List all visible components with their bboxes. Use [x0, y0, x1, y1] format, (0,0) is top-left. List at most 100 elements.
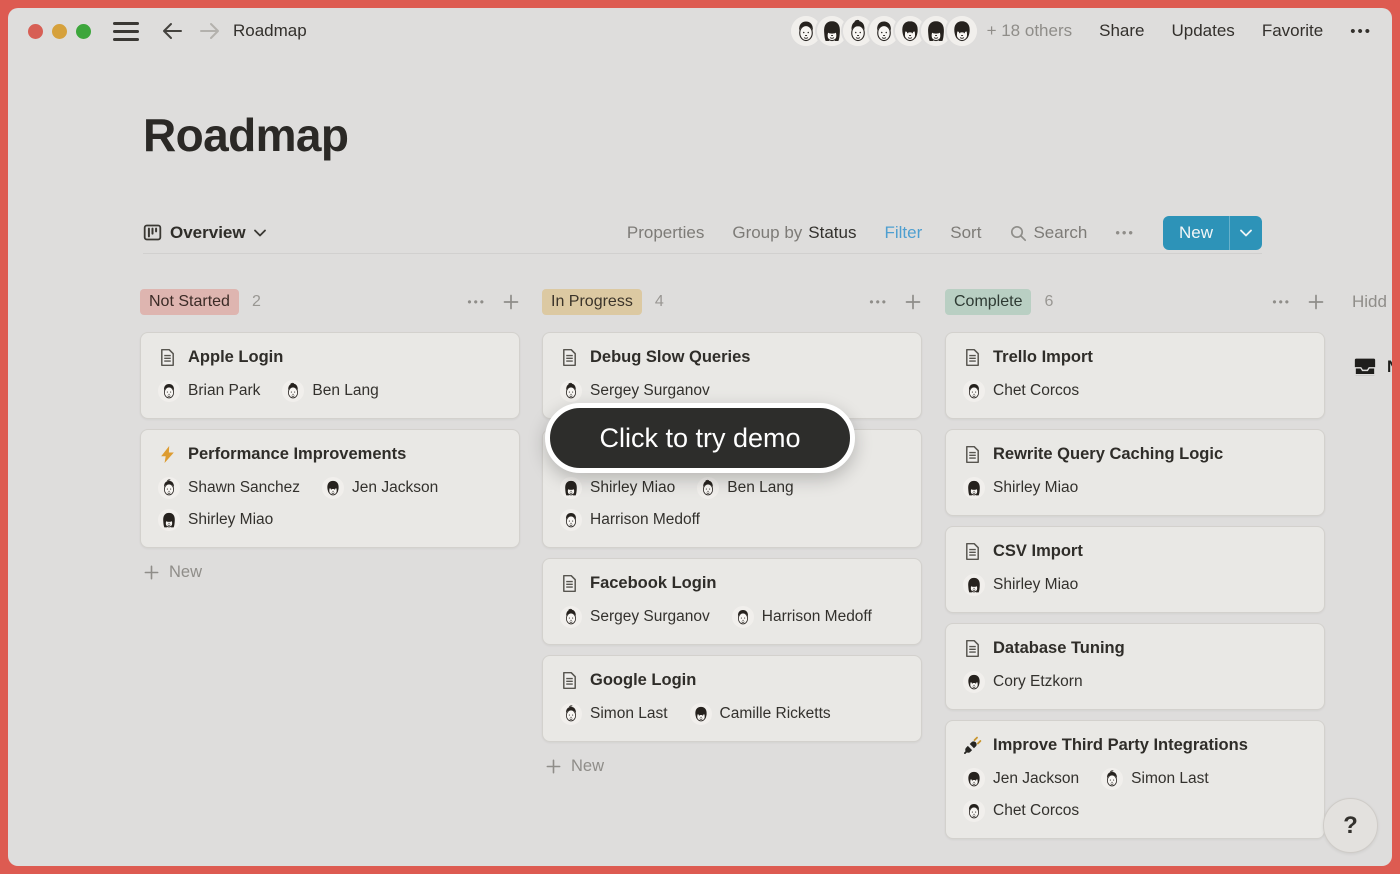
column-add-icon[interactable] — [904, 293, 922, 311]
properties-button[interactable]: Properties — [627, 223, 704, 243]
document-icon — [963, 639, 982, 658]
back-arrow-icon[interactable] — [161, 21, 183, 41]
bolt-icon — [158, 445, 177, 464]
assignee: Sergey Surganov — [560, 380, 710, 402]
card-title: Apple Login — [188, 348, 283, 367]
assignee-name: Harrison Medoff — [590, 511, 700, 529]
share-button[interactable]: Share — [1099, 21, 1144, 41]
assignee: Shirley Miao — [560, 477, 675, 499]
assignee: Camille Ricketts — [690, 703, 831, 725]
avatar[interactable] — [947, 16, 977, 46]
group-by-prefix-label: Group by — [732, 223, 802, 243]
plus-icon — [143, 564, 160, 581]
status-badge[interactable]: In Progress — [542, 289, 642, 314]
add-card-button[interactable]: New — [140, 563, 520, 582]
assignee-name: Shawn Sanchez — [188, 479, 300, 497]
view-selector[interactable]: Overview — [143, 223, 266, 243]
assignee-name: Sergey Surganov — [590, 608, 710, 626]
column-ellipsis-icon[interactable]: ••• — [467, 295, 486, 309]
zoom-window-button[interactable] — [76, 24, 91, 39]
card-rewrite-query-caching-logic[interactable]: Rewrite Query Caching Logic Shirley Miao — [945, 429, 1325, 516]
avatar — [560, 606, 582, 628]
others-count-label[interactable]: + 18 others — [987, 21, 1073, 41]
document-icon — [158, 348, 177, 367]
ellipsis-icon[interactable]: ••• — [1115, 225, 1135, 240]
filter-button[interactable]: Filter — [884, 223, 922, 243]
close-window-button[interactable] — [28, 24, 43, 39]
avatar — [560, 477, 582, 499]
card-title: Rewrite Query Caching Logic — [993, 445, 1223, 464]
forward-arrow-icon[interactable] — [199, 21, 221, 41]
sidebar-menu-icon[interactable] — [113, 22, 139, 41]
card-apple-login[interactable]: Apple Login Brian Park Ben Lang — [140, 332, 520, 419]
assignee: Chet Corcos — [963, 380, 1079, 402]
collaborator-avatars — [791, 16, 977, 46]
assignee: Brian Park — [158, 380, 260, 402]
card-csv-import[interactable]: CSV ImportShirley Miao — [945, 526, 1325, 613]
card-title: Google Login — [590, 671, 696, 690]
minimize-window-button[interactable] — [52, 24, 67, 39]
document-icon — [963, 542, 982, 561]
assignee: Shirley Miao — [158, 509, 273, 531]
assignee-name: Sergey Surganov — [590, 382, 710, 400]
ellipsis-icon[interactable]: ••• — [1350, 23, 1372, 40]
assignee: Jen Jackson — [322, 477, 438, 499]
status-badge[interactable]: Complete — [945, 289, 1031, 314]
avatar — [963, 671, 985, 693]
assignee: Harrison Medoff — [560, 509, 700, 531]
group-by-value-label: Status — [808, 223, 856, 243]
card-improve-third-party-integrations[interactable]: Improve Third Party IntegrationsJen Jack… — [945, 720, 1325, 839]
traffic-lights — [28, 24, 91, 39]
document-icon — [560, 574, 579, 593]
document-icon — [560, 671, 579, 690]
card-title: Performance Improvements — [188, 445, 406, 464]
card-facebook-login[interactable]: Facebook LoginSergey SurganovHarrison Me… — [542, 558, 922, 645]
search-button[interactable]: Search — [1009, 223, 1087, 243]
avatar — [963, 800, 985, 822]
add-card-button[interactable]: New — [542, 757, 922, 776]
title-bar: Roadmap + 18 others Share Updates Favori… — [8, 8, 1392, 54]
chevron-down-icon — [254, 229, 266, 237]
assignee-name: Shirley Miao — [188, 511, 273, 529]
new-button[interactable]: New — [1163, 216, 1229, 250]
card-database-tuning[interactable]: Database TuningCory Etzkorn — [945, 623, 1325, 710]
assignee-name: Brian Park — [188, 382, 260, 400]
column-add-icon[interactable] — [502, 293, 520, 311]
card-performance-improvements[interactable]: Performance Improvements Shawn Sanchez Jen… — [140, 429, 520, 548]
avatar — [158, 380, 180, 402]
avatar — [560, 703, 582, 725]
hidden-columns-section: Hidd N — [1352, 288, 1392, 380]
document-icon — [963, 348, 982, 367]
card-title: CSV Import — [993, 542, 1083, 561]
status-badge[interactable]: Not Started — [140, 289, 239, 314]
column-ellipsis-icon[interactable]: ••• — [1272, 295, 1291, 309]
try-demo-button[interactable]: Click to try demo — [545, 403, 855, 473]
assignee: Harrison Medoff — [732, 606, 872, 628]
board-column-in-progress: In Progress4•••Debug Slow QueriesSergey … — [542, 288, 922, 776]
new-dropdown-button[interactable] — [1229, 216, 1262, 250]
page-title: Roadmap — [143, 108, 348, 162]
column-count: 2 — [252, 293, 261, 311]
assignee: Simon Last — [560, 703, 668, 725]
help-button[interactable]: ? — [1323, 798, 1378, 853]
assignee: Ben Lang — [282, 380, 378, 402]
assignee-name: Jen Jackson — [993, 770, 1079, 788]
board-column-complete: Complete6•••Trello ImportChet CorcosRewr… — [945, 288, 1325, 839]
card-google-login[interactable]: Google Login Simon Last Camille Ricketts — [542, 655, 922, 742]
view-name-label: Overview — [170, 223, 246, 243]
column-ellipsis-icon[interactable]: ••• — [869, 295, 888, 309]
sort-button[interactable]: Sort — [950, 223, 981, 243]
column-add-icon[interactable] — [1307, 293, 1325, 311]
history-nav — [161, 21, 221, 41]
hidden-columns-label[interactable]: Hidd — [1352, 292, 1392, 312]
card-trello-import[interactable]: Trello ImportChet Corcos — [945, 332, 1325, 419]
updates-button[interactable]: Updates — [1171, 21, 1234, 41]
assignee-name: Jen Jackson — [352, 479, 438, 497]
group-by-button[interactable]: Group by Status — [732, 223, 856, 243]
assignee-name: Shirley Miao — [993, 479, 1078, 497]
avatar — [158, 477, 180, 499]
assignee-name: Camille Ricketts — [720, 705, 831, 723]
hidden-column-item[interactable]: N — [1352, 354, 1392, 380]
search-icon — [1009, 224, 1027, 242]
favorite-button[interactable]: Favorite — [1262, 21, 1323, 41]
